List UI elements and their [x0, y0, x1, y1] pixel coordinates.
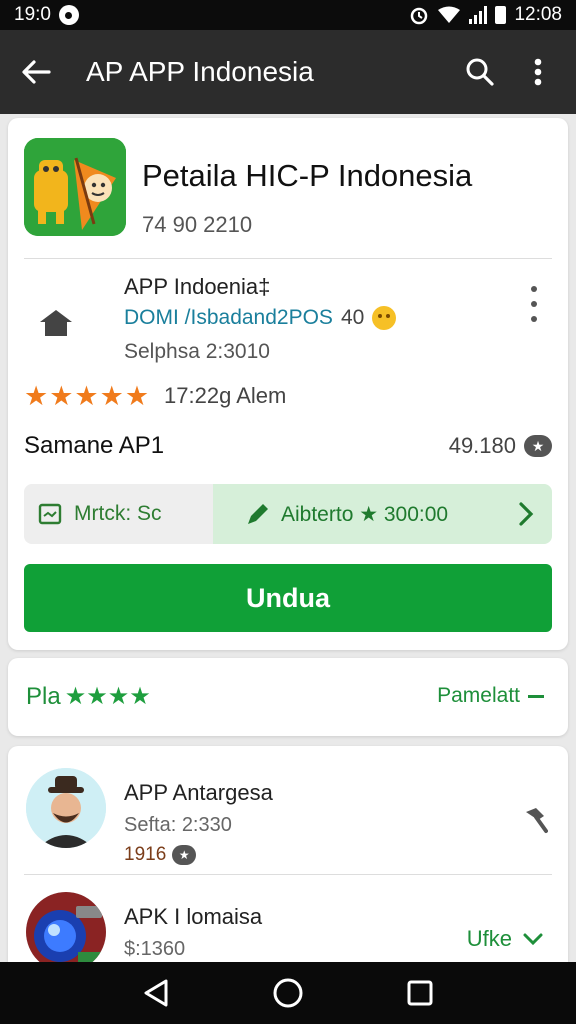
ratings-summary-card[interactable]: Pla ★★★★ Pamelatt [8, 658, 568, 736]
star-rating-icon: ★★★★★ [24, 380, 151, 411]
nav-recents-button[interactable] [400, 973, 440, 1013]
sample-value: 49.180 [448, 433, 516, 458]
emoji-face-icon [372, 306, 397, 330]
developer-link-text: DOMI /Isbadand2POS [124, 306, 333, 329]
screen-icon [38, 503, 62, 525]
status-bar: 19:0 12:08 [0, 0, 576, 30]
navigation-bar [0, 962, 576, 1024]
app-icon [24, 138, 126, 236]
review-action-button[interactable] [522, 806, 548, 839]
avatar [26, 768, 106, 848]
sample-label: Samane AP1 [24, 432, 165, 459]
search-button[interactable] [460, 52, 500, 92]
review-author: APP Antargesa [124, 780, 273, 805]
battery-icon [495, 6, 507, 24]
status-time-right: 12:08 [514, 4, 562, 25]
more-options-button[interactable] [518, 52, 558, 92]
avatar [26, 892, 106, 962]
more-vert-icon [534, 58, 542, 86]
home-icon [40, 310, 72, 336]
segment-right[interactable]: Aibterto ★ 300:00 [213, 484, 552, 544]
install-button[interactable]: Undua [24, 564, 552, 632]
notification-dot-icon [58, 5, 79, 25]
developer-name: APP Indoenia‡ [124, 274, 271, 299]
rating-count: 17:22g Alem [164, 383, 287, 408]
developer-link[interactable]: DOMI /Isbadand2POS 40 [124, 306, 397, 330]
reviews-card: APP Antargesa Sefta: 2:330 1916 ★ APK I … [8, 746, 568, 962]
segment-right-label: Aibterto ★ 300:00 [281, 502, 449, 526]
green-stars-icon: ★★★★ [64, 683, 151, 710]
app-bar-title: AP APP Indonesia [86, 56, 314, 87]
back-button[interactable] [18, 54, 54, 90]
review-expand-label: Ufke [466, 926, 512, 951]
version-number: 40 [340, 306, 365, 329]
update-date: Selphsa 2:3010 [124, 340, 270, 363]
edit-pencil-icon [248, 504, 268, 524]
review-meta-value: 1916 [124, 844, 167, 865]
developer-more-icon[interactable] [524, 286, 544, 322]
triangle-back-icon [144, 979, 168, 1007]
back-arrow-icon [22, 60, 51, 84]
search-icon [466, 58, 494, 86]
star-badge-icon: ★ [172, 845, 197, 865]
segment-left-label: Mrtck: Sc [74, 502, 162, 525]
review-date: $:1360 [124, 938, 186, 960]
ratings-more-link[interactable]: Pamelatt [437, 684, 544, 708]
developer-row[interactable]: APP Indoenia‡ DOMI /Isbadand2POS 40 Selp… [24, 268, 552, 368]
review-meta: 1916 ★ [124, 844, 197, 866]
app-title: Petaila HIC-P Indonesia [142, 158, 473, 193]
nav-home-button[interactable] [268, 973, 308, 1013]
star-badge-icon: ★ [524, 435, 552, 457]
review-expand-button[interactable]: Ufke [467, 926, 544, 952]
circle-home-icon [273, 978, 303, 1008]
ratings-label: Pla [26, 682, 61, 710]
signal-icon [469, 6, 488, 24]
square-recents-icon [407, 980, 433, 1006]
app-bar: AP APP Indonesia [0, 30, 576, 114]
segmented-control: Mrtck: Sc Aibterto ★ 300:00 [24, 484, 552, 544]
segment-left[interactable]: Mrtck: Sc [24, 484, 213, 544]
divider [24, 874, 552, 875]
sample-row: Samane AP1 49.180 ★ [24, 428, 552, 464]
ratings-more-label: Pamelatt [437, 684, 520, 707]
chevron-down-icon [523, 933, 543, 946]
dash-icon [528, 694, 544, 698]
status-time-left: 19:0 [14, 4, 51, 25]
review-author: APK I lomaisa [124, 904, 263, 929]
nav-back-button[interactable] [136, 973, 176, 1013]
review-date: Sefta: 2:330 [124, 814, 232, 836]
content-scroll[interactable]: Petaila HIC-P Indonesia 74 90 2210 APP I… [0, 114, 576, 962]
app-header: Petaila HIC-P Indonesia 74 90 2210 [24, 138, 552, 258]
app-detail-card: Petaila HIC-P Indonesia 74 90 2210 APP I… [8, 118, 568, 650]
wifi-icon [438, 6, 461, 23]
divider [24, 258, 552, 259]
hammer-icon [526, 808, 548, 833]
rating-row: ★★★★★ 17:22g Alem [24, 380, 286, 412]
chevron-right-icon [519, 502, 534, 526]
app-subtitle: 74 90 2210 [142, 212, 253, 237]
alarm-icon [411, 7, 428, 25]
